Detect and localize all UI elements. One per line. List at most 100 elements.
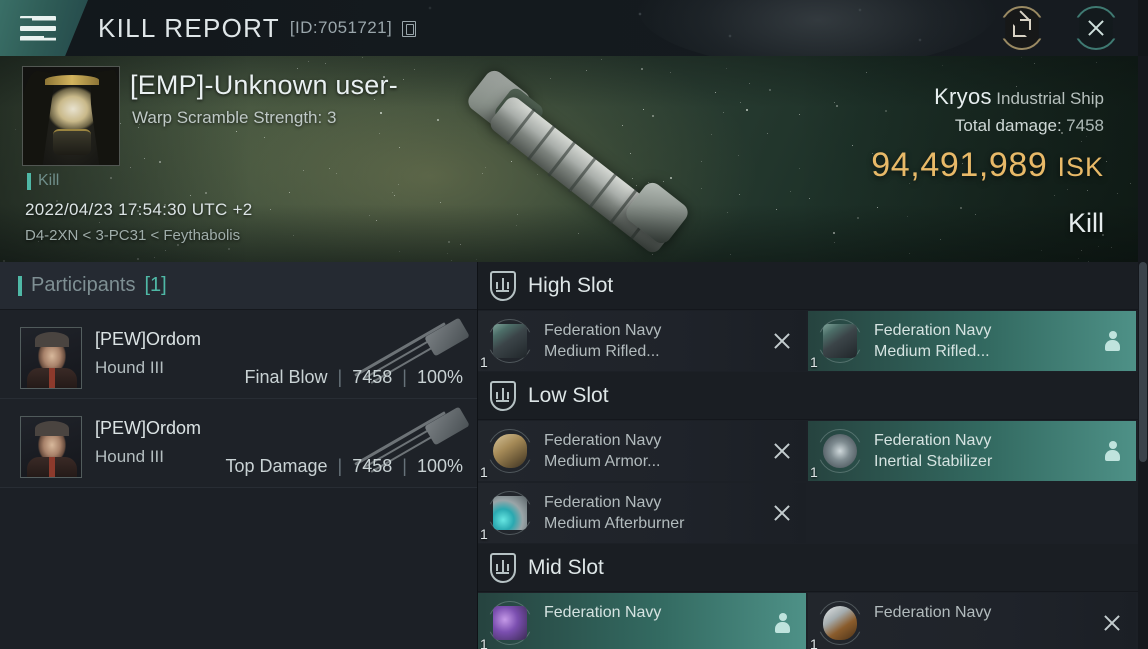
participant-ship: Hound III (95, 358, 164, 377)
module-quantity: 1 (480, 464, 488, 480)
module-name: Federation Navy (874, 602, 991, 623)
slot-section-header: High Slot (478, 262, 1138, 310)
module-icon (486, 489, 534, 537)
avatar-chin-guard (53, 129, 91, 155)
participants-label: Participants (31, 274, 136, 296)
total-damage-label: Total damage: (954, 116, 1062, 135)
victim-banner: [EMP]-Unknown user- Warp Scramble Streng… (0, 56, 1138, 262)
vertical-scrollbar[interactable] (1138, 56, 1148, 649)
module-row-pair: 1 Federation Navy Medium Rifled... 1 Federat… (478, 310, 1138, 372)
module-icon (816, 427, 864, 475)
module-name: Federation Navy Medium Afterburner (544, 492, 685, 534)
destroyed-x-icon (1102, 613, 1122, 633)
module-icon (486, 599, 534, 647)
module-row-destroyed[interactable]: 1 Federation Navy Medium Rifled... (478, 311, 806, 371)
module-quantity: 1 (480, 354, 488, 370)
avatar-uniform (27, 368, 77, 388)
module-icon (816, 317, 864, 365)
close-icon (1086, 18, 1106, 38)
external-link-icon (1013, 10, 1031, 37)
isk-unit: ISK (1057, 152, 1104, 182)
module-icon (486, 427, 534, 475)
dropped-person-icon (775, 613, 790, 633)
participant-percent: 100% (416, 367, 463, 387)
destroyed-x-icon (772, 441, 792, 461)
participant-name: [PEW]Ordom (95, 329, 202, 349)
right-edge-strip (1138, 0, 1148, 56)
participant-row[interactable]: [PEW]Ordom Hound III Top Damage | 7458 | 100% (0, 399, 477, 488)
module-name-line1: Federation Navy (874, 432, 992, 449)
module-row-dropped[interactable]: 1 Federation Navy Medium Rifled... (808, 311, 1136, 371)
ship-info: Kryos Industrial Ship (934, 84, 1104, 110)
module-name-line1: Federation Navy (544, 432, 662, 449)
module-cell-empty (808, 482, 1138, 544)
module-cell: 1 Federation Navy Medium Rifled... (478, 310, 808, 372)
module-cell: 1 Federation Navy (808, 592, 1138, 649)
participant-row[interactable]: [PEW]Ordom Hound III Final Blow | 7458 | 100% (0, 310, 477, 399)
slot-section-title: Mid Slot (528, 555, 604, 579)
module-name: Federation Navy Medium Armor... (544, 430, 661, 472)
dropped-person-icon (1105, 441, 1120, 461)
participants-accent-bar (18, 275, 22, 296)
victim-avatar[interactable] (22, 66, 120, 166)
module-name: Federation Navy Inertial Stabilizer (874, 430, 992, 472)
avatar-uniform (27, 457, 77, 477)
module-name-line1: Federation Navy (874, 322, 992, 339)
module-name-line1: Federation Navy (544, 604, 662, 621)
scrollbar-thumb[interactable] (1139, 262, 1147, 462)
module-quantity: 1 (480, 526, 488, 542)
participant-avatar[interactable] (20, 327, 82, 389)
module-row-destroyed[interactable]: 1 Federation Navy (808, 593, 1136, 649)
kill-location-breadcrumb: D4-2XN < 3-PC31 < Feythabolis (25, 227, 241, 244)
participants-count: [1] (144, 274, 167, 296)
participant-ship: Hound III (95, 447, 164, 466)
fitting-pane[interactable]: High Slot 1 Federation Navy Medium Rifled..… (478, 262, 1138, 649)
module-row-dropped[interactable]: 1 Federation Navy Inertial Stabilizer (808, 421, 1136, 481)
module-name: Federation Navy Medium Rifled... (874, 320, 991, 362)
module-quantity: 1 (480, 636, 488, 649)
kill-tag-bar (27, 172, 31, 190)
module-row-pair: 1 Federation Navy Medium Afterburner (478, 482, 1138, 544)
slot-shield-icon (490, 270, 516, 301)
module-cell: 1 Federation Navy Inertial Stabilizer (808, 420, 1138, 482)
close-button[interactable] (1074, 6, 1118, 50)
page-title: KILL REPORT (98, 12, 280, 43)
module-cell: 1 Federation Navy Medium Afterburner (478, 482, 808, 544)
slot-shield-icon (490, 552, 516, 583)
participants-header: Participants [1] (0, 262, 477, 310)
module-icon (486, 317, 534, 365)
module-name-line1: Federation Navy (874, 604, 992, 621)
isk-value: 94,491,989 (871, 146, 1048, 184)
dropped-person-icon (1105, 331, 1120, 351)
kill-timestamp: 2022/04/23 17:54:30 UTC +2 (25, 200, 253, 219)
module-name-line1: Federation Navy (544, 494, 662, 511)
report-body: Participants [1] [PEW]Ordom Hound III Fina… (0, 262, 1138, 649)
result-label: Kill (1067, 208, 1104, 238)
destroyed-x-icon (772, 503, 792, 523)
module-row-dropped[interactable]: 1 Federation Navy (478, 593, 806, 649)
slot-shield-icon (490, 380, 516, 411)
external-link-button[interactable] (1000, 6, 1044, 50)
participant-name: [PEW]Ordom (95, 418, 202, 438)
module-icon (816, 599, 864, 647)
total-damage-value: 7458 (1066, 116, 1104, 135)
module-name-line2: Inertial Stabilizer (874, 453, 993, 470)
ship-name: Kryos (934, 84, 992, 109)
report-id: [ID:7051721] (289, 18, 393, 37)
slot-section-header: Low Slot (478, 372, 1138, 420)
copy-icon[interactable] (402, 21, 417, 37)
title-group: KILL REPORT [ID:7051721] (98, 6, 417, 50)
avatar-hair (35, 421, 69, 436)
participants-pane: Participants [1] [PEW]Ordom Hound III Fina… (0, 262, 478, 649)
module-name-line2: Medium Rifled... (874, 343, 990, 360)
module-row-destroyed[interactable]: 1 Federation Navy Medium Armor... (478, 421, 806, 481)
module-cell: 1 Federation Navy Medium Rifled... (808, 310, 1138, 372)
module-row-destroyed[interactable]: 1 Federation Navy Medium Afterburner (478, 483, 806, 543)
kill-tag-label: Kill (38, 172, 60, 189)
module-row-pair: 1 Federation Navy Medium Armor... 1 Federati… (478, 420, 1138, 482)
participant-role: Top Damage (225, 456, 328, 476)
victim-subtitle: Warp Scramble Strength: 3 (132, 108, 337, 127)
avatar-hair (35, 332, 69, 347)
participant-avatar[interactable] (20, 416, 82, 478)
total-damage: Total damage: 7458 (955, 116, 1104, 136)
